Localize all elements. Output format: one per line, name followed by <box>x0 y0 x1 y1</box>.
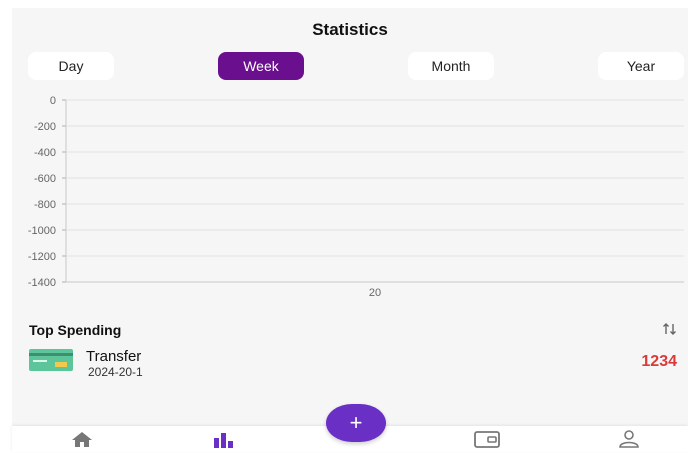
wallet-icon[interactable] <box>474 430 500 453</box>
page-title: Statistics <box>312 20 388 39</box>
add-transaction-button[interactable]: + <box>326 404 386 442</box>
y-tick-label: 0 <box>50 95 56 107</box>
y-tick-label: -1000 <box>28 225 56 237</box>
credit-card-icon <box>29 349 73 376</box>
home-icon[interactable] <box>70 430 94 453</box>
y-tick-label: -400 <box>34 147 56 159</box>
tab-year[interactable]: Year <box>598 52 684 80</box>
transaction-name: Transfer <box>86 348 142 365</box>
tab-month[interactable]: Month <box>408 52 494 80</box>
y-tick-label: -200 <box>34 121 56 133</box>
transaction-amount: 1234 <box>641 353 677 370</box>
y-tick-label: -600 <box>34 173 56 185</box>
sort-arrows-icon[interactable] <box>662 321 678 342</box>
top-spending-title: Top Spending <box>29 322 122 338</box>
transaction-row[interactable]: Transfer 2024-20-1 1234 <box>29 345 685 381</box>
y-tick-label: -1200 <box>28 251 56 263</box>
tab-week[interactable]: Week <box>218 52 304 80</box>
stats-icon[interactable] <box>212 430 236 453</box>
y-tick-label: -1400 <box>28 277 56 289</box>
period-tabs: Day Week Month Year <box>12 52 688 80</box>
tab-day[interactable]: Day <box>28 52 114 80</box>
x-tick-label: 20 <box>369 287 381 299</box>
y-tick-label: -800 <box>34 199 56 211</box>
transaction-date: 2024-20-1 <box>88 365 143 379</box>
profile-icon[interactable] <box>618 430 640 453</box>
chart-svg: 0 -200 -400 -600 -800 -1000 -1200 -1400 20 <box>28 95 684 299</box>
statistics-screen: Statistics Day Week Month Year 0 -200 -400… <box>12 8 688 452</box>
spending-chart: 0 -200 -400 -600 -800 -1000 -1200 -1400 20 <box>12 92 688 306</box>
